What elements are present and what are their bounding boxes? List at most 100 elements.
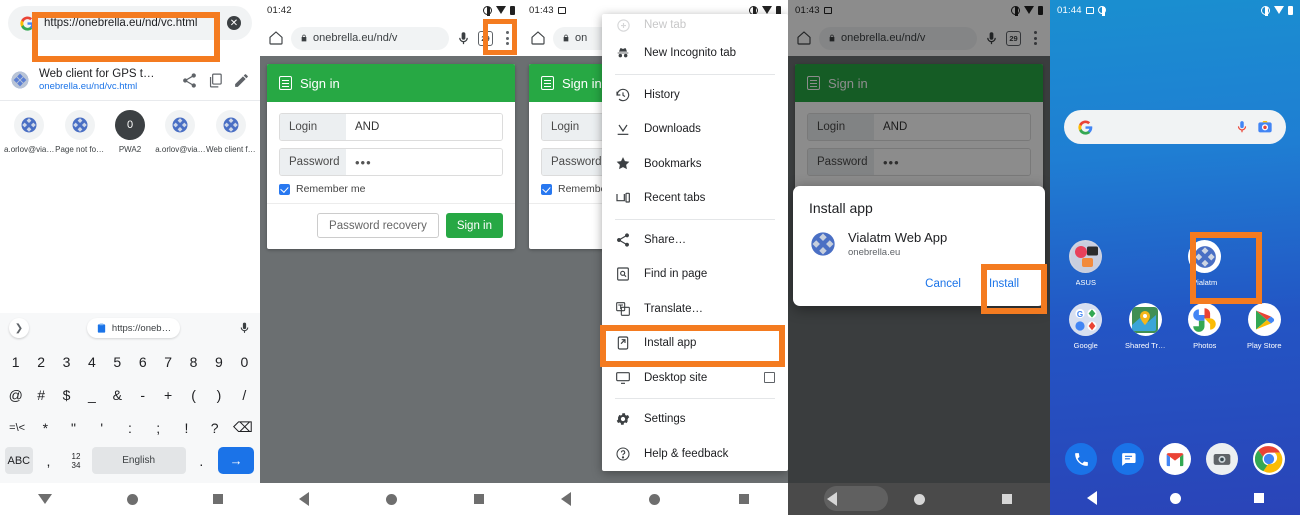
key-numbers[interactable]: 12 34 bbox=[62, 444, 90, 477]
remember-me-checkbox[interactable] bbox=[541, 183, 552, 195]
key[interactable]: 9 bbox=[206, 345, 231, 378]
dock-item-gmail[interactable] bbox=[1152, 443, 1199, 475]
menu-item-install-app[interactable]: Install app bbox=[602, 326, 788, 361]
nav-home-button[interactable] bbox=[126, 493, 138, 505]
home-icon[interactable] bbox=[530, 30, 546, 46]
cancel-button[interactable]: Cancel bbox=[915, 271, 971, 297]
password-input[interactable]: ••• bbox=[346, 149, 502, 175]
nav-home-button[interactable] bbox=[913, 493, 925, 505]
key[interactable]: 2 bbox=[28, 345, 53, 378]
login-input[interactable]: AND bbox=[346, 114, 502, 140]
menu-item-help-feedback[interactable]: Help & feedback bbox=[602, 437, 788, 472]
dock-item-camera[interactable] bbox=[1198, 443, 1245, 475]
key-enter[interactable]: → bbox=[218, 447, 255, 474]
key[interactable]: + bbox=[155, 378, 180, 411]
key[interactable]: * bbox=[31, 411, 59, 444]
app-item-photos[interactable]: Photos bbox=[1175, 303, 1235, 350]
google-search-bar[interactable] bbox=[1064, 110, 1286, 144]
tab-counter[interactable]: 29 bbox=[478, 30, 493, 46]
key[interactable]: 7 bbox=[155, 345, 180, 378]
copy-icon[interactable] bbox=[207, 72, 224, 89]
share-icon[interactable] bbox=[181, 72, 198, 89]
nav-back-button[interactable] bbox=[298, 492, 309, 506]
key[interactable]: " bbox=[59, 411, 87, 444]
key-period[interactable]: . bbox=[188, 444, 216, 477]
overflow-menu-icon[interactable] bbox=[500, 31, 514, 45]
tile-item[interactable]: a.orlov@via… bbox=[4, 110, 54, 154]
install-button[interactable]: Install bbox=[979, 271, 1029, 297]
key[interactable]: ; bbox=[144, 411, 172, 444]
key[interactable]: 3 bbox=[54, 345, 79, 378]
desktop-site-checkbox[interactable] bbox=[764, 372, 775, 384]
key[interactable]: ( bbox=[181, 378, 206, 411]
key[interactable]: - bbox=[130, 378, 155, 411]
omnibox-editing[interactable]: https://onebrella.eu/nd/vc.html ✕ bbox=[8, 6, 252, 40]
menu-item-desktop-site[interactable]: Desktop site bbox=[602, 361, 788, 396]
menu-item-history[interactable]: History bbox=[602, 78, 788, 113]
app-item-google[interactable]: G Google bbox=[1056, 303, 1116, 350]
key[interactable]: 0 bbox=[232, 345, 257, 378]
hide-keyboard-icon[interactable] bbox=[37, 494, 52, 504]
nav-home-button[interactable] bbox=[385, 493, 397, 505]
menu-item-settings[interactable]: Settings bbox=[602, 402, 788, 437]
nav-home-button[interactable] bbox=[1169, 492, 1181, 504]
signin-button[interactable]: Sign in bbox=[445, 213, 503, 238]
key[interactable]: @ bbox=[3, 378, 28, 411]
remember-me-row[interactable]: Remember me bbox=[279, 183, 503, 195]
key-more-symbols[interactable]: =\< bbox=[3, 411, 31, 444]
microphone-icon[interactable] bbox=[238, 320, 251, 336]
remember-me-checkbox[interactable] bbox=[279, 183, 290, 195]
menu-item-translate[interactable]: Translate… bbox=[602, 292, 788, 327]
omnibox[interactable]: onebrella.eu/nd/v bbox=[291, 26, 449, 50]
menu-item-new-tab[interactable]: New tab bbox=[602, 14, 788, 36]
password-recovery-button[interactable]: Password recovery bbox=[317, 213, 439, 238]
nav-recents-button[interactable] bbox=[738, 494, 749, 504]
key[interactable]: # bbox=[28, 378, 53, 411]
menu-item-downloads[interactable]: Downloads bbox=[602, 112, 788, 147]
tile-item[interactable]: Web client f… bbox=[206, 110, 256, 154]
edit-pencil-icon[interactable] bbox=[233, 72, 250, 89]
key[interactable]: & bbox=[105, 378, 130, 411]
key[interactable]: $ bbox=[54, 378, 79, 411]
key[interactable]: 5 bbox=[105, 345, 130, 378]
omnibox-url-text[interactable]: https://onebrella.eu/nd/vc.html bbox=[44, 17, 219, 29]
suggestion-row[interactable]: Web client for GPS t… onebrella.eu/nd/vc… bbox=[0, 62, 260, 101]
key[interactable]: ? bbox=[201, 411, 229, 444]
nav-recents-button[interactable] bbox=[1253, 493, 1264, 503]
key[interactable]: ' bbox=[88, 411, 116, 444]
nav-recents-button[interactable] bbox=[212, 494, 223, 504]
home-icon[interactable] bbox=[268, 30, 284, 46]
key-space[interactable]: English bbox=[91, 447, 186, 474]
key-abc[interactable]: ABC bbox=[5, 447, 33, 474]
key-backspace[interactable]: ⌫ bbox=[229, 411, 257, 444]
nav-back-button[interactable] bbox=[826, 492, 837, 506]
dock-item-phone[interactable] bbox=[1058, 443, 1105, 475]
nav-recents-button[interactable] bbox=[1001, 494, 1012, 504]
key[interactable]: : bbox=[116, 411, 144, 444]
dock-item-messages[interactable] bbox=[1105, 443, 1152, 475]
key[interactable]: / bbox=[232, 378, 257, 411]
menu-item-recent-tabs[interactable]: Recent tabs bbox=[602, 181, 788, 216]
menu-item-bookmarks[interactable]: Bookmarks bbox=[602, 147, 788, 182]
app-item-vialatm[interactable]: Vialatm bbox=[1175, 240, 1235, 287]
nav-recents-button[interactable] bbox=[473, 494, 484, 504]
tile-item[interactable]: a.orlov@via… bbox=[155, 110, 206, 154]
nav-back-button[interactable] bbox=[561, 492, 572, 506]
microphone-icon[interactable] bbox=[456, 31, 471, 46]
tile-item[interactable]: 0 PWA2 bbox=[105, 110, 155, 154]
nav-home-button[interactable] bbox=[649, 493, 661, 505]
key[interactable]: 4 bbox=[79, 345, 104, 378]
key[interactable]: 8 bbox=[181, 345, 206, 378]
app-item-shared-tr[interactable]: Shared Tr… bbox=[1116, 303, 1176, 350]
app-item-play-store[interactable]: Play Store bbox=[1235, 303, 1295, 350]
dock-item-chrome[interactable] bbox=[1245, 443, 1292, 475]
nav-back-button[interactable] bbox=[1086, 491, 1097, 505]
menu-item-new-incognito-tab[interactable]: New Incognito tab bbox=[602, 36, 788, 71]
clipboard-suggestion-chip[interactable]: https://oneb… bbox=[86, 318, 181, 338]
key[interactable]: ) bbox=[206, 378, 231, 411]
key[interactable]: _ bbox=[79, 378, 104, 411]
key-comma[interactable]: , bbox=[35, 444, 63, 477]
menu-item-share[interactable]: Share… bbox=[602, 223, 788, 258]
key[interactable]: ! bbox=[172, 411, 200, 444]
chevron-right-icon[interactable]: ❯ bbox=[9, 318, 29, 338]
